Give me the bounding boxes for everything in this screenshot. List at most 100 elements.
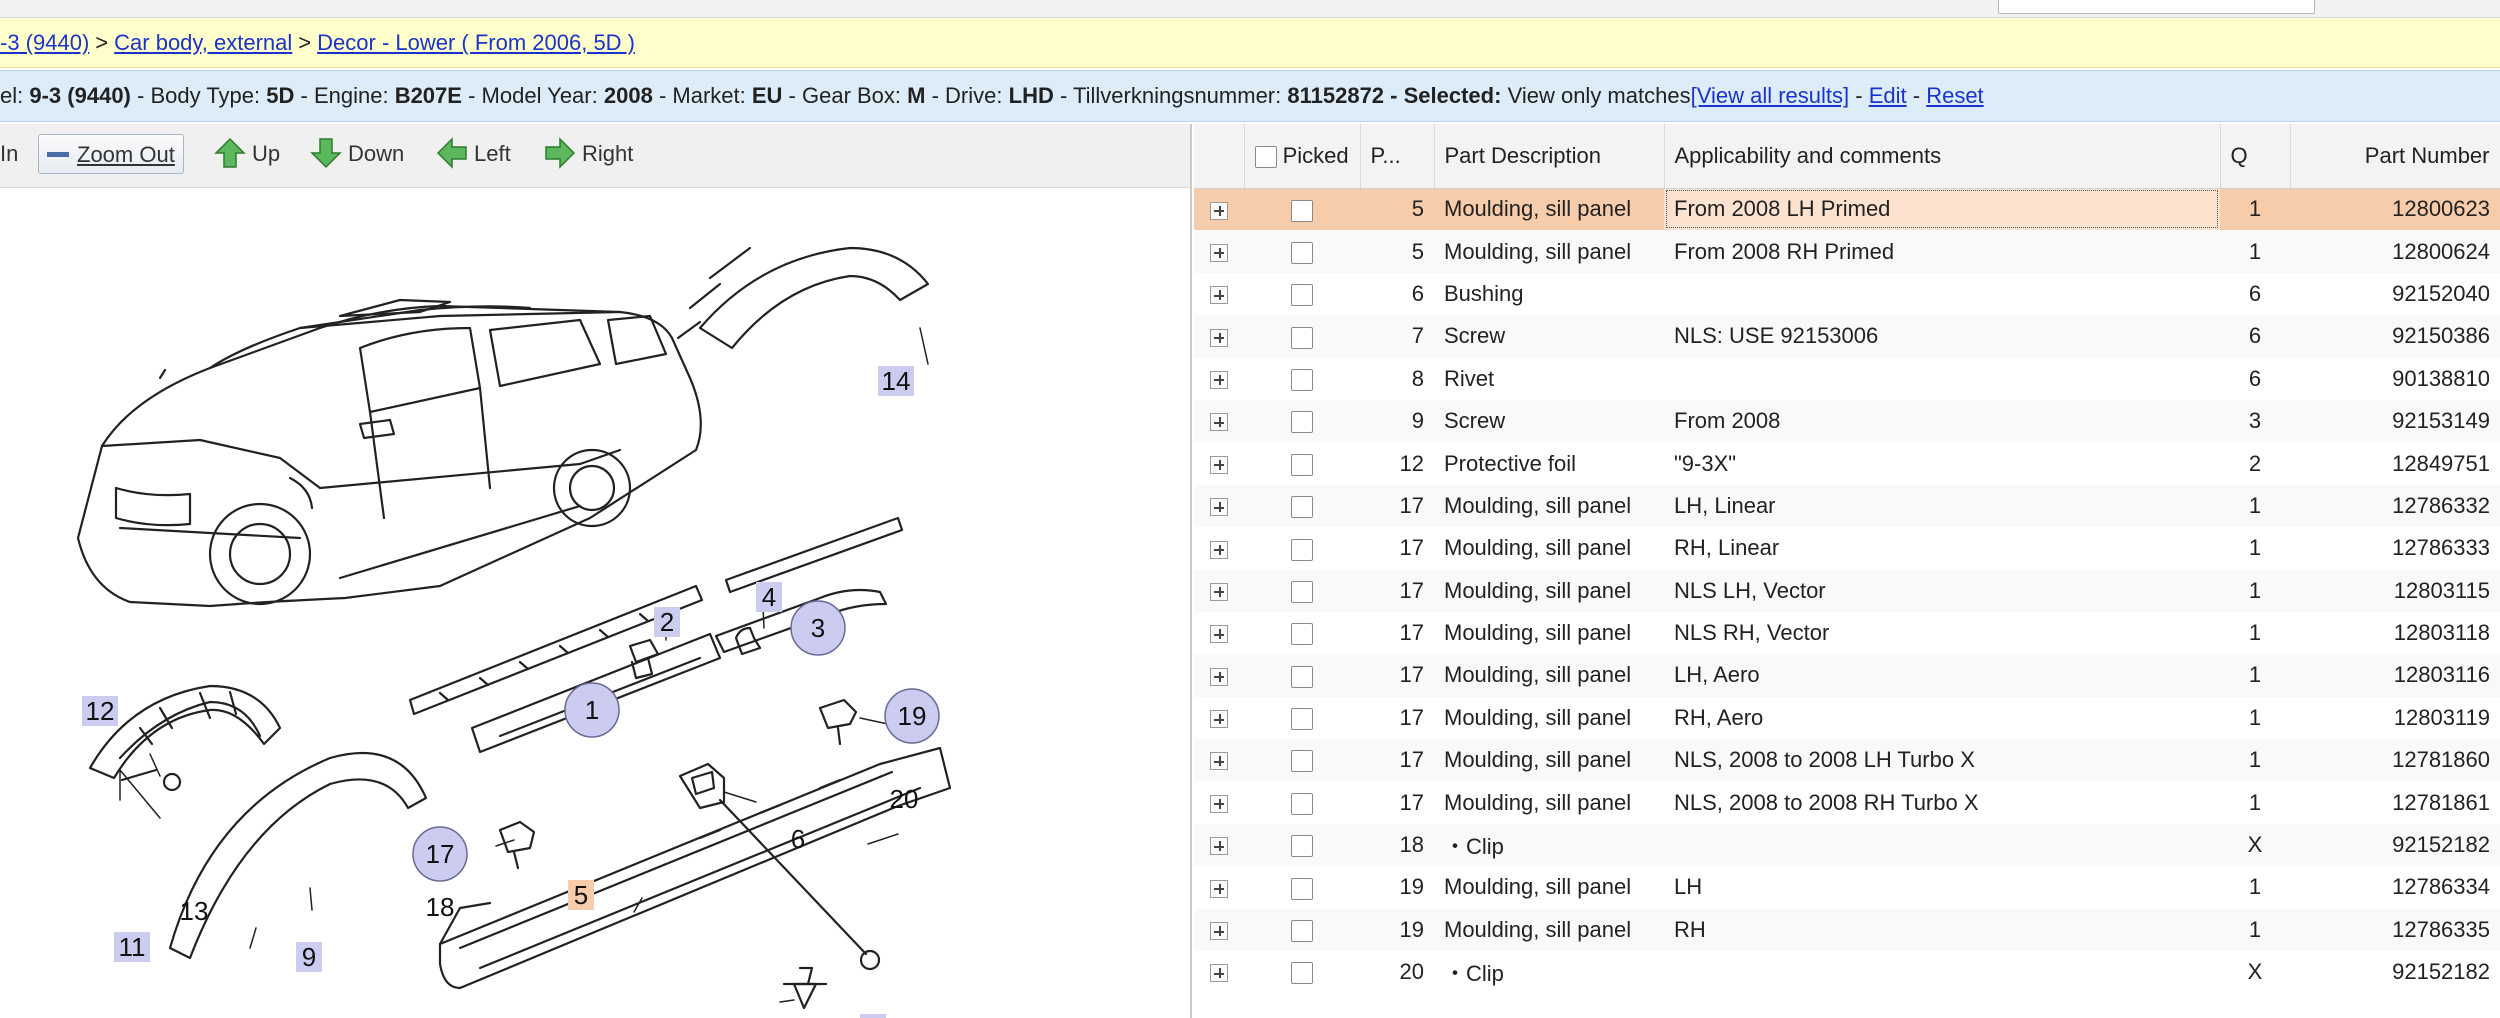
zoom-in-button[interactable]: In: [0, 134, 18, 174]
table-row[interactable]: 12 Protective foil "9-3X" 2 12849751: [1194, 442, 2500, 484]
table-row[interactable]: 17 Moulding, sill panel RH, Aero 1 12803119: [1194, 697, 2500, 739]
callout-9[interactable]: 9: [296, 942, 322, 972]
expand-icon[interactable]: [1210, 837, 1228, 856]
picked-checkbox[interactable]: [1291, 368, 1313, 391]
callout-2[interactable]: 2: [654, 607, 680, 637]
expand-icon[interactable]: [1210, 752, 1228, 771]
picked-checkbox[interactable]: [1291, 835, 1313, 858]
callout-1[interactable]: 1: [564, 682, 620, 738]
part-number-column-header[interactable]: Part Number: [2290, 124, 2500, 189]
edit-link[interactable]: Edit: [1869, 83, 1907, 108]
callout-18[interactable]: 18: [426, 892, 455, 922]
picked-checkbox[interactable]: [1291, 580, 1313, 603]
expand-icon[interactable]: [1210, 498, 1228, 517]
breadcrumb-model-link[interactable]: -3 (9440): [0, 30, 89, 55]
table-row[interactable]: 19 Moulding, sill panel LH 1 12786334: [1194, 866, 2500, 908]
zoom-in-label: In: [0, 141, 19, 166]
quantity-column-header[interactable]: Q: [2220, 124, 2291, 189]
applicability-cell: NLS: USE 92153006: [1664, 315, 2220, 358]
callout-20[interactable]: 20: [890, 784, 919, 814]
picked-checkbox[interactable]: [1291, 750, 1313, 773]
callout-19[interactable]: 19: [884, 688, 940, 744]
expand-icon[interactable]: [1210, 922, 1228, 941]
table-row[interactable]: 17 Moulding, sill panel NLS LH, Vector 1 128…: [1194, 569, 2500, 612]
expand-icon[interactable]: [1210, 964, 1228, 983]
table-row[interactable]: 5 Moulding, sill panel From 2008 RH Primed…: [1194, 230, 2500, 273]
reset-link[interactable]: Reset: [1926, 83, 1983, 108]
table-row[interactable]: 5 Moulding, sill panel From 2008 LH Primed…: [1194, 188, 2500, 231]
table-row[interactable]: 17 Moulding, sill panel NLS, 2008 to 2008 …: [1194, 739, 2500, 782]
expand-icon[interactable]: [1210, 540, 1228, 559]
table-row[interactable]: 8 Rivet 6 90138810: [1194, 358, 2500, 400]
pan-left-button[interactable]: Left: [436, 134, 511, 174]
callout-13[interactable]: 13: [180, 896, 209, 926]
pan-right-button[interactable]: Right: [544, 134, 633, 174]
picked-checkbox[interactable]: [1291, 792, 1313, 815]
description-column-header[interactable]: Part Description: [1434, 124, 1665, 189]
callout-11[interactable]: 11: [114, 932, 150, 962]
table-row[interactable]: 17 Moulding, sill panel LH, Linear 1 1278633…: [1194, 484, 2500, 528]
expand-icon[interactable]: [1210, 370, 1228, 389]
applicability-column-header[interactable]: Applicability and comments: [1664, 124, 2221, 189]
picked-checkbox[interactable]: [1291, 411, 1313, 434]
expand-icon[interactable]: [1210, 625, 1228, 644]
table-row[interactable]: 17 Moulding, sill panel NLS RH, Vector 1 128…: [1194, 612, 2500, 654]
table-row[interactable]: 7 Screw NLS: USE 92153006 6 92150386: [1194, 315, 2500, 358]
expand-icon[interactable]: [1210, 710, 1228, 729]
callout-17[interactable]: 17: [412, 826, 468, 882]
picked-checkbox[interactable]: [1291, 538, 1313, 561]
picked-checkbox[interactable]: [1291, 920, 1313, 943]
table-row[interactable]: 9 Screw From 2008 3 92153149: [1194, 399, 2500, 443]
pan-up-button[interactable]: Up: [214, 134, 280, 174]
callout-6[interactable]: 6: [791, 824, 805, 854]
table-row[interactable]: 6 Bushing 6 92152040: [1194, 273, 2500, 315]
callout-3[interactable]: 3: [790, 600, 846, 656]
callout-12[interactable]: 12: [82, 696, 118, 726]
table-row[interactable]: 19 Moulding, sill panel RH 1 12786335: [1194, 908, 2500, 952]
picked-checkbox[interactable]: [1291, 665, 1313, 688]
position-cell: 17: [1360, 569, 1434, 612]
table-row[interactable]: 17 Moulding, sill panel RH, Linear 1 1278633…: [1194, 527, 2500, 569]
expand-icon[interactable]: [1210, 413, 1228, 432]
picked-checkbox[interactable]: [1291, 962, 1313, 985]
picked-column-header[interactable]: Picked: [1244, 124, 1361, 189]
expand-icon[interactable]: [1210, 582, 1228, 601]
picked-checkbox[interactable]: [1291, 877, 1313, 900]
position-column-header[interactable]: P...: [1360, 124, 1435, 189]
picked-checkbox[interactable]: [1291, 284, 1313, 307]
arrow-left-icon: [436, 137, 467, 169]
picked-checkbox[interactable]: [1291, 241, 1313, 264]
table-row[interactable]: 17 Moulding, sill panel LH, Aero 1 12803116: [1194, 654, 2500, 697]
pan-down-button[interactable]: Down: [310, 134, 404, 174]
view-all-results-link[interactable]: [View all results]: [1691, 83, 1850, 108]
picked-checkbox[interactable]: [1291, 496, 1313, 519]
expand-icon[interactable]: [1210, 286, 1228, 305]
callout-14[interactable]: 14: [878, 366, 914, 396]
table-row[interactable]: 20 ・Clip X 92152182: [1194, 951, 2500, 993]
callout-7[interactable]: 7: [860, 1014, 886, 1018]
breadcrumb-section-link[interactable]: Decor - Lower ( From 2006, 5D ): [317, 30, 635, 55]
table-row[interactable]: 17 Moulding, sill panel NLS, 2008 to 2008 …: [1194, 781, 2500, 823]
expand-icon[interactable]: [1210, 243, 1228, 262]
expand-icon[interactable]: [1210, 794, 1228, 813]
picked-checkbox[interactable]: [1291, 199, 1313, 222]
callout-5[interactable]: 5: [568, 880, 594, 910]
callout-4[interactable]: 4: [756, 582, 782, 612]
picked-checkbox[interactable]: [1291, 623, 1313, 646]
serial-label: - Tillverkningsnummer:: [1059, 83, 1282, 108]
search-input[interactable]: [1998, 0, 2315, 14]
breadcrumb-group-link[interactable]: Car body, external: [114, 30, 292, 55]
picked-checkbox[interactable]: [1291, 708, 1313, 731]
select-all-checkbox[interactable]: [1254, 145, 1277, 168]
expand-icon[interactable]: [1210, 328, 1228, 347]
expand-icon[interactable]: [1210, 667, 1228, 686]
picked-checkbox[interactable]: [1291, 453, 1313, 476]
expand-icon[interactable]: [1210, 455, 1228, 474]
callout-8[interactable]: 8: [707, 1014, 721, 1018]
expand-icon[interactable]: [1210, 879, 1228, 898]
expand-icon[interactable]: [1210, 201, 1228, 220]
picked-checkbox[interactable]: [1291, 326, 1313, 349]
parts-diagram[interactable]: 1 2 3 4 5 6 7 8 9 10 11 12 13 14 17 18 1…: [60, 188, 978, 1018]
table-row[interactable]: 18 ・Clip X 92152182: [1194, 823, 2500, 867]
zoom-out-button[interactable]: Zoom Out: [38, 134, 184, 174]
